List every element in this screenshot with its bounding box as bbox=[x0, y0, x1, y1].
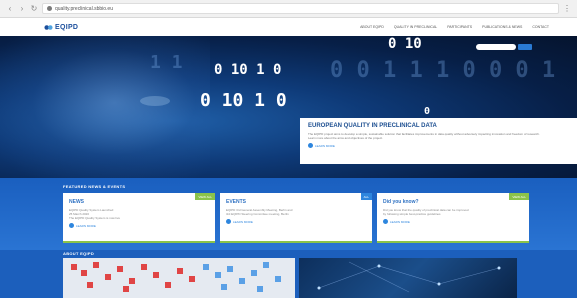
news-read-more-label: LEARN MORE bbox=[76, 223, 96, 228]
arrow-circle-icon bbox=[226, 219, 231, 224]
news-line-3: The EQIPD Quality System is now live bbox=[69, 216, 121, 220]
events-read-more-label: LEARN MORE bbox=[233, 219, 253, 224]
address-bar[interactable]: quality.preclinical.sbbio.eu bbox=[42, 3, 559, 14]
arrow-circle-icon bbox=[383, 219, 388, 224]
featured-title: FEATURED NEWS & EVENTS bbox=[63, 184, 126, 189]
url-text: quality.preclinical.sbbio.eu bbox=[55, 5, 113, 12]
about-image-grid[interactable] bbox=[63, 258, 295, 298]
arrow-circle-icon bbox=[69, 223, 74, 228]
logo-text: EQIPD bbox=[55, 23, 79, 31]
forward-arrow-icon[interactable]: › bbox=[18, 4, 26, 13]
news-title: NEWS bbox=[69, 199, 84, 205]
binary-faded-2: 0 0 1 1 1 0 0 0 1 bbox=[330, 58, 556, 83]
search-input[interactable] bbox=[476, 44, 516, 50]
news-badge[interactable]: VIEW ALL bbox=[195, 193, 215, 200]
events-line-2: 3rd EQIPD Steering Committee meeting, Be… bbox=[226, 212, 289, 216]
did-you-know-read-more[interactable]: LEARN MORE bbox=[383, 219, 523, 224]
arrow-circle-icon bbox=[308, 143, 313, 148]
did-you-know-card[interactable]: VIEW ALL Did you know? Did you know that… bbox=[377, 193, 529, 243]
about-image-network[interactable] bbox=[299, 258, 517, 298]
hero-read-more-label: LEARN MORE bbox=[315, 143, 335, 148]
events-read-more[interactable]: LEARN MORE bbox=[226, 219, 366, 224]
back-arrow-icon[interactable]: ‹ bbox=[6, 4, 14, 13]
hero-read-more[interactable]: LEARN MORE bbox=[308, 143, 569, 148]
binary-faded-1: 1 1 bbox=[150, 52, 183, 73]
events-title: EVENTS bbox=[226, 199, 247, 205]
hero-card: EUROPEAN QUALITY IN PRECLINICAL DATA The… bbox=[300, 118, 577, 164]
binary-low: 0 10 1 0 bbox=[200, 90, 287, 111]
about-title: ABOUT EQIPD bbox=[63, 251, 95, 256]
nav-item-participants[interactable]: PARTICIPANTS bbox=[447, 25, 472, 29]
reload-icon[interactable]: ↻ bbox=[30, 4, 38, 13]
hero-banner: 1 1 0 0 1 1 1 0 0 0 1 0 10 0 10 1 0 0 10… bbox=[0, 36, 577, 178]
site-info-icon[interactable] bbox=[47, 6, 52, 11]
about-section: ABOUT EQIPD bbox=[0, 250, 577, 298]
did-you-know-line-2: by following simple best-practice guidel… bbox=[383, 212, 441, 216]
nav-item-about[interactable]: ABOUT EQIPD bbox=[360, 25, 384, 29]
did-you-know-badge[interactable]: VIEW ALL bbox=[509, 193, 529, 200]
did-you-know-read-more-label: LEARN MORE bbox=[390, 219, 410, 224]
news-read-more[interactable]: LEARN MORE bbox=[69, 223, 209, 228]
hero-eye-graphic bbox=[140, 96, 170, 106]
nav-item-publications[interactable]: PUBLICATIONS & NEWS bbox=[482, 25, 522, 29]
hero-card-text-2: Learn more about the aims and objectives… bbox=[308, 136, 383, 140]
nav-item-quality[interactable]: QUALITY IN PRECLINICAL bbox=[394, 25, 437, 29]
news-card[interactable]: VIEW ALL NEWS EQIPD Quality System Launc… bbox=[63, 193, 215, 243]
network-graphic bbox=[317, 261, 501, 293]
events-badge[interactable]: ALL bbox=[360, 193, 372, 200]
top-nav: ABOUT EQIPD QUALITY IN PRECLINICAL PARTI… bbox=[360, 25, 549, 29]
browser-toolbar: ‹ › ↻ quality.preclinical.sbbio.eu ⋮ bbox=[0, 0, 577, 18]
search-button[interactable] bbox=[518, 44, 532, 50]
events-card[interactable]: ALL EVENTS EQIPD 3rd General Assembly Me… bbox=[220, 193, 372, 243]
nav-item-contact[interactable]: CONTACT bbox=[532, 25, 549, 29]
site-logo[interactable]: EQIPD bbox=[44, 21, 104, 33]
site-header: EQIPD ABOUT EQIPD QUALITY IN PRECLINICAL… bbox=[0, 18, 577, 36]
featured-section: FEATURED NEWS & EVENTS VIEW ALL NEWS EQI… bbox=[0, 178, 577, 250]
binary-top: 0 10 bbox=[388, 36, 422, 52]
hero-search bbox=[476, 44, 532, 50]
logo-mark-icon bbox=[44, 24, 53, 30]
did-you-know-title: Did you know? bbox=[383, 199, 419, 205]
menu-icon[interactable]: ⋮ bbox=[563, 4, 571, 13]
hero-card-title: EUROPEAN QUALITY IN PRECLINICAL DATA bbox=[308, 123, 437, 129]
binary-mid: 0 10 1 0 bbox=[214, 62, 282, 78]
binary-single: 0 bbox=[424, 106, 431, 117]
